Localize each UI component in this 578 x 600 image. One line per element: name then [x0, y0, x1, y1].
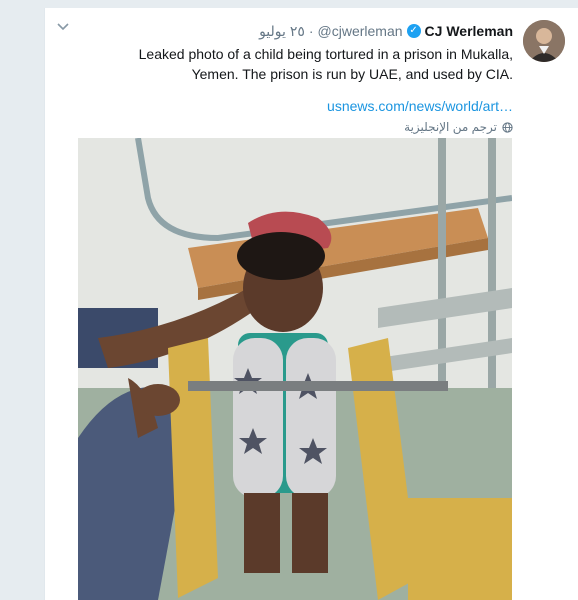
photo-image	[78, 138, 512, 600]
translate-label[interactable]: ترجم من الإنجليزية	[404, 120, 497, 134]
left-gutter	[0, 0, 44, 600]
tweet-photo[interactable]	[78, 138, 512, 600]
tweet-header: ٢٥ يوليو · @cjwerleman ✓ CJ Werleman	[259, 22, 513, 40]
display-name[interactable]: CJ Werleman	[425, 23, 513, 39]
globe-icon	[502, 121, 513, 133]
separator-dot: ·	[308, 23, 314, 39]
avatar[interactable]	[523, 20, 565, 62]
tweet-text: Leaked photo of a child being tortured i…	[138, 46, 513, 82]
article-link[interactable]: usnews.com/news/world/art…	[327, 97, 513, 115]
top-divider	[44, 0, 578, 8]
user-handle[interactable]: @cjwerleman	[318, 23, 403, 39]
translate-tweet[interactable]: ترجم من الإنجليزية	[404, 120, 513, 134]
chevron-down-icon[interactable]	[55, 20, 71, 34]
tweet-card[interactable]: ٢٥ يوليو · @cjwerleman ✓ CJ Werleman Lea…	[44, 8, 578, 600]
verified-badge-icon: ✓	[406, 24, 421, 38]
tweet-date[interactable]: ٢٥ يوليو	[259, 23, 305, 40]
